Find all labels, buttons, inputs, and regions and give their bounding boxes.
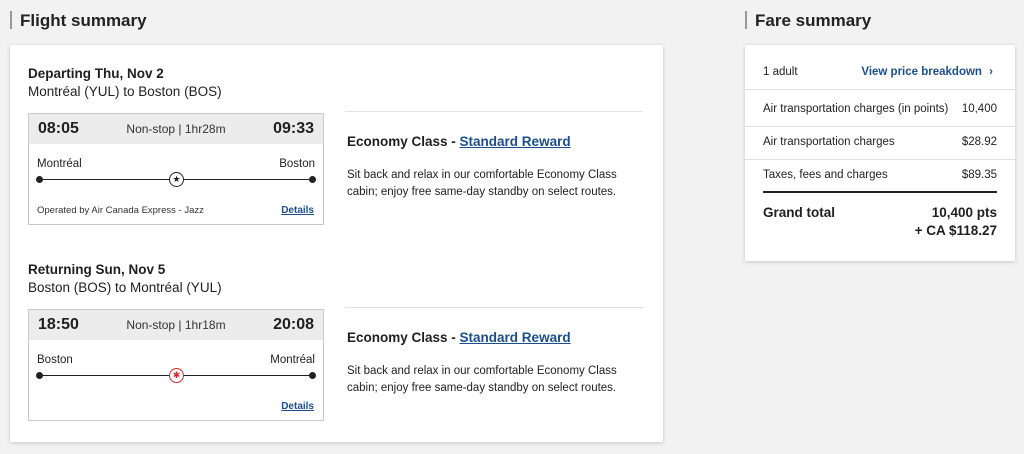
flight-summary-card: Departing Thu, Nov 2 Montréal (YUL) to B…	[10, 45, 663, 442]
cabin-description: Sit back and relax in our comfortable Ec…	[347, 365, 617, 394]
fare-summary-title: Fare summary	[745, 10, 871, 32]
view-price-breakdown-label: View price breakdown	[861, 66, 982, 78]
fare-label: Air transportation charges (in points)	[763, 103, 949, 115]
leg-heading: Returning Sun, Nov 5	[28, 262, 166, 277]
fare-value: $28.92	[961, 136, 997, 148]
air-canada-jazz-logo-icon: ★	[169, 172, 184, 187]
fare-row: Taxes, fees and charges $89.35	[763, 169, 997, 181]
details-link[interactable]: Details	[281, 401, 314, 412]
returning-leg: Returning Sun, Nov 5 Boston (BOS) to Mon…	[28, 261, 643, 426]
leg-heading: Departing Thu, Nov 2	[28, 66, 164, 81]
cabin-name: Economy Class -	[347, 330, 460, 345]
origin-city: Montréal	[37, 158, 82, 170]
flight-segment-box: 18:50 Non-stop | 1hr18m 20:08 Boston Mon…	[28, 309, 324, 421]
origin-dot	[36, 176, 43, 183]
arrival-time: 20:08	[273, 316, 314, 333]
grand-total-points: 10,400 pts	[931, 205, 997, 220]
divider	[745, 126, 1015, 127]
maple-leaf-icon: ✱	[169, 368, 184, 383]
route-line: ✱	[36, 368, 316, 383]
divider	[345, 307, 643, 308]
fare-label: Air transportation charges	[763, 136, 895, 148]
divider	[745, 89, 1015, 90]
cabin-class: Economy Class - Standard Reward	[347, 134, 571, 149]
route-line: ★	[36, 172, 316, 187]
standard-reward-link[interactable]: Standard Reward	[460, 330, 571, 345]
origin-dot	[36, 372, 43, 379]
flight-summary-title: Flight summary	[10, 10, 147, 32]
arrival-time: 09:33	[273, 120, 314, 137]
grand-total-label: Grand total	[763, 205, 836, 220]
fare-row: Air transportation charges $28.92	[763, 136, 997, 148]
chevron-right-icon: ›	[989, 66, 993, 78]
destination-dot	[309, 372, 316, 379]
fare-value: $89.35	[961, 169, 997, 181]
cabin-name: Economy Class -	[347, 134, 460, 149]
divider	[745, 159, 1015, 160]
divider	[345, 111, 643, 112]
standard-reward-link[interactable]: Standard Reward	[460, 134, 571, 149]
cabin-class: Economy Class - Standard Reward	[347, 330, 571, 345]
total-divider	[763, 191, 997, 193]
fare-summary-card: 1 adult View price breakdown › Air trans…	[745, 45, 1015, 261]
leg-route: Boston (BOS) to Montréal (YUL)	[28, 280, 222, 295]
leg-route: Montréal (YUL) to Boston (BOS)	[28, 84, 222, 99]
details-link[interactable]: Details	[281, 205, 314, 216]
fare-value: 10,400	[961, 103, 997, 115]
fare-label: Taxes, fees and charges	[763, 169, 888, 181]
destination-dot	[309, 176, 316, 183]
origin-city: Boston	[37, 354, 73, 366]
flight-segment-box: 08:05 Non-stop | 1hr28m 09:33 Montréal B…	[28, 113, 324, 225]
destination-city: Boston	[279, 158, 315, 170]
view-price-breakdown-link[interactable]: View price breakdown ›	[861, 66, 993, 78]
fare-row: Air transportation charges (in points) 1…	[763, 103, 997, 115]
operated-by: Operated by Air Canada Express - Jazz	[37, 205, 204, 216]
destination-city: Montréal	[270, 354, 315, 366]
departing-leg: Departing Thu, Nov 2 Montréal (YUL) to B…	[28, 65, 643, 230]
grand-total-cash: + CA $118.27	[914, 223, 997, 238]
cabin-description: Sit back and relax in our comfortable Ec…	[347, 169, 617, 198]
